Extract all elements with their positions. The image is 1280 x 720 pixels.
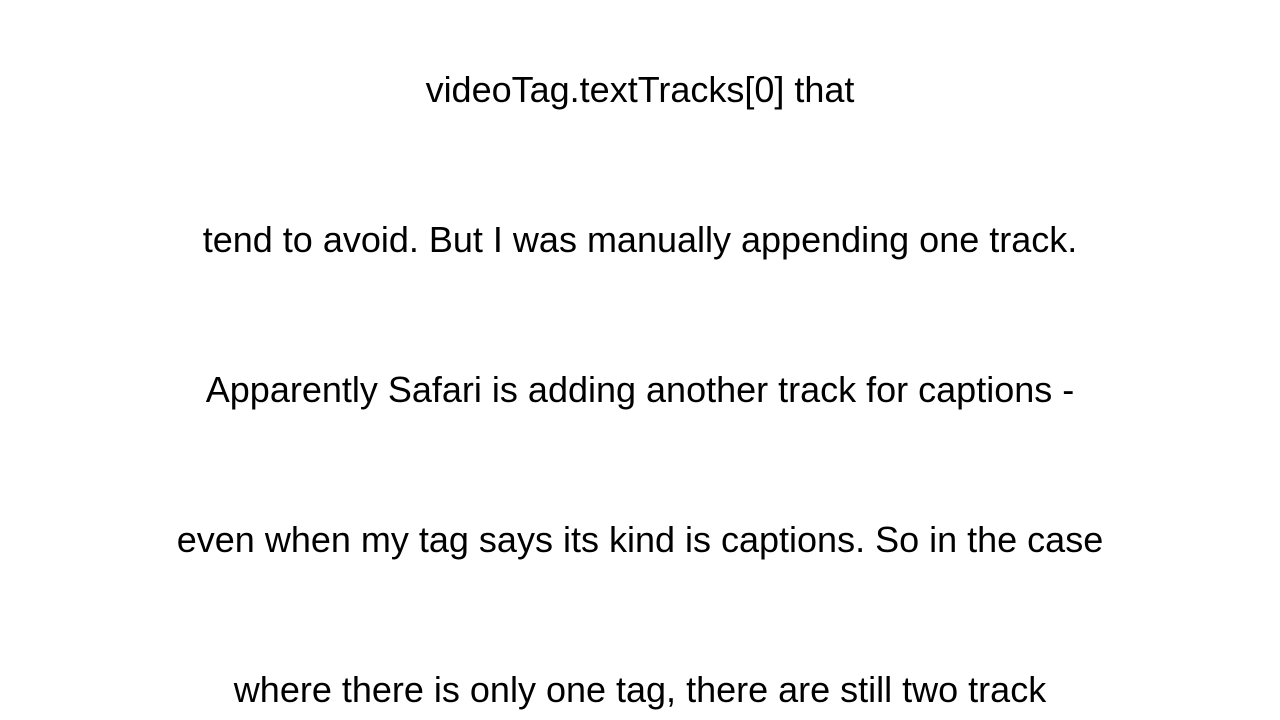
page-viewport: videoTag.textTracks[0] that tend to avoi… [0, 0, 1280, 720]
comment-text-block: videoTag.textTracks[0] that tend to avoi… [0, 0, 1280, 720]
text-line: where there is only one tag, there are s… [233, 669, 1047, 710]
text-line: tend to avoid. But I was manually append… [202, 219, 1078, 260]
text-line: even when my tag says its kind is captio… [176, 519, 1104, 560]
text-line: videoTag.textTracks[0] that [425, 69, 855, 110]
text-line: Apparently Safari is adding another trac… [205, 369, 1075, 410]
